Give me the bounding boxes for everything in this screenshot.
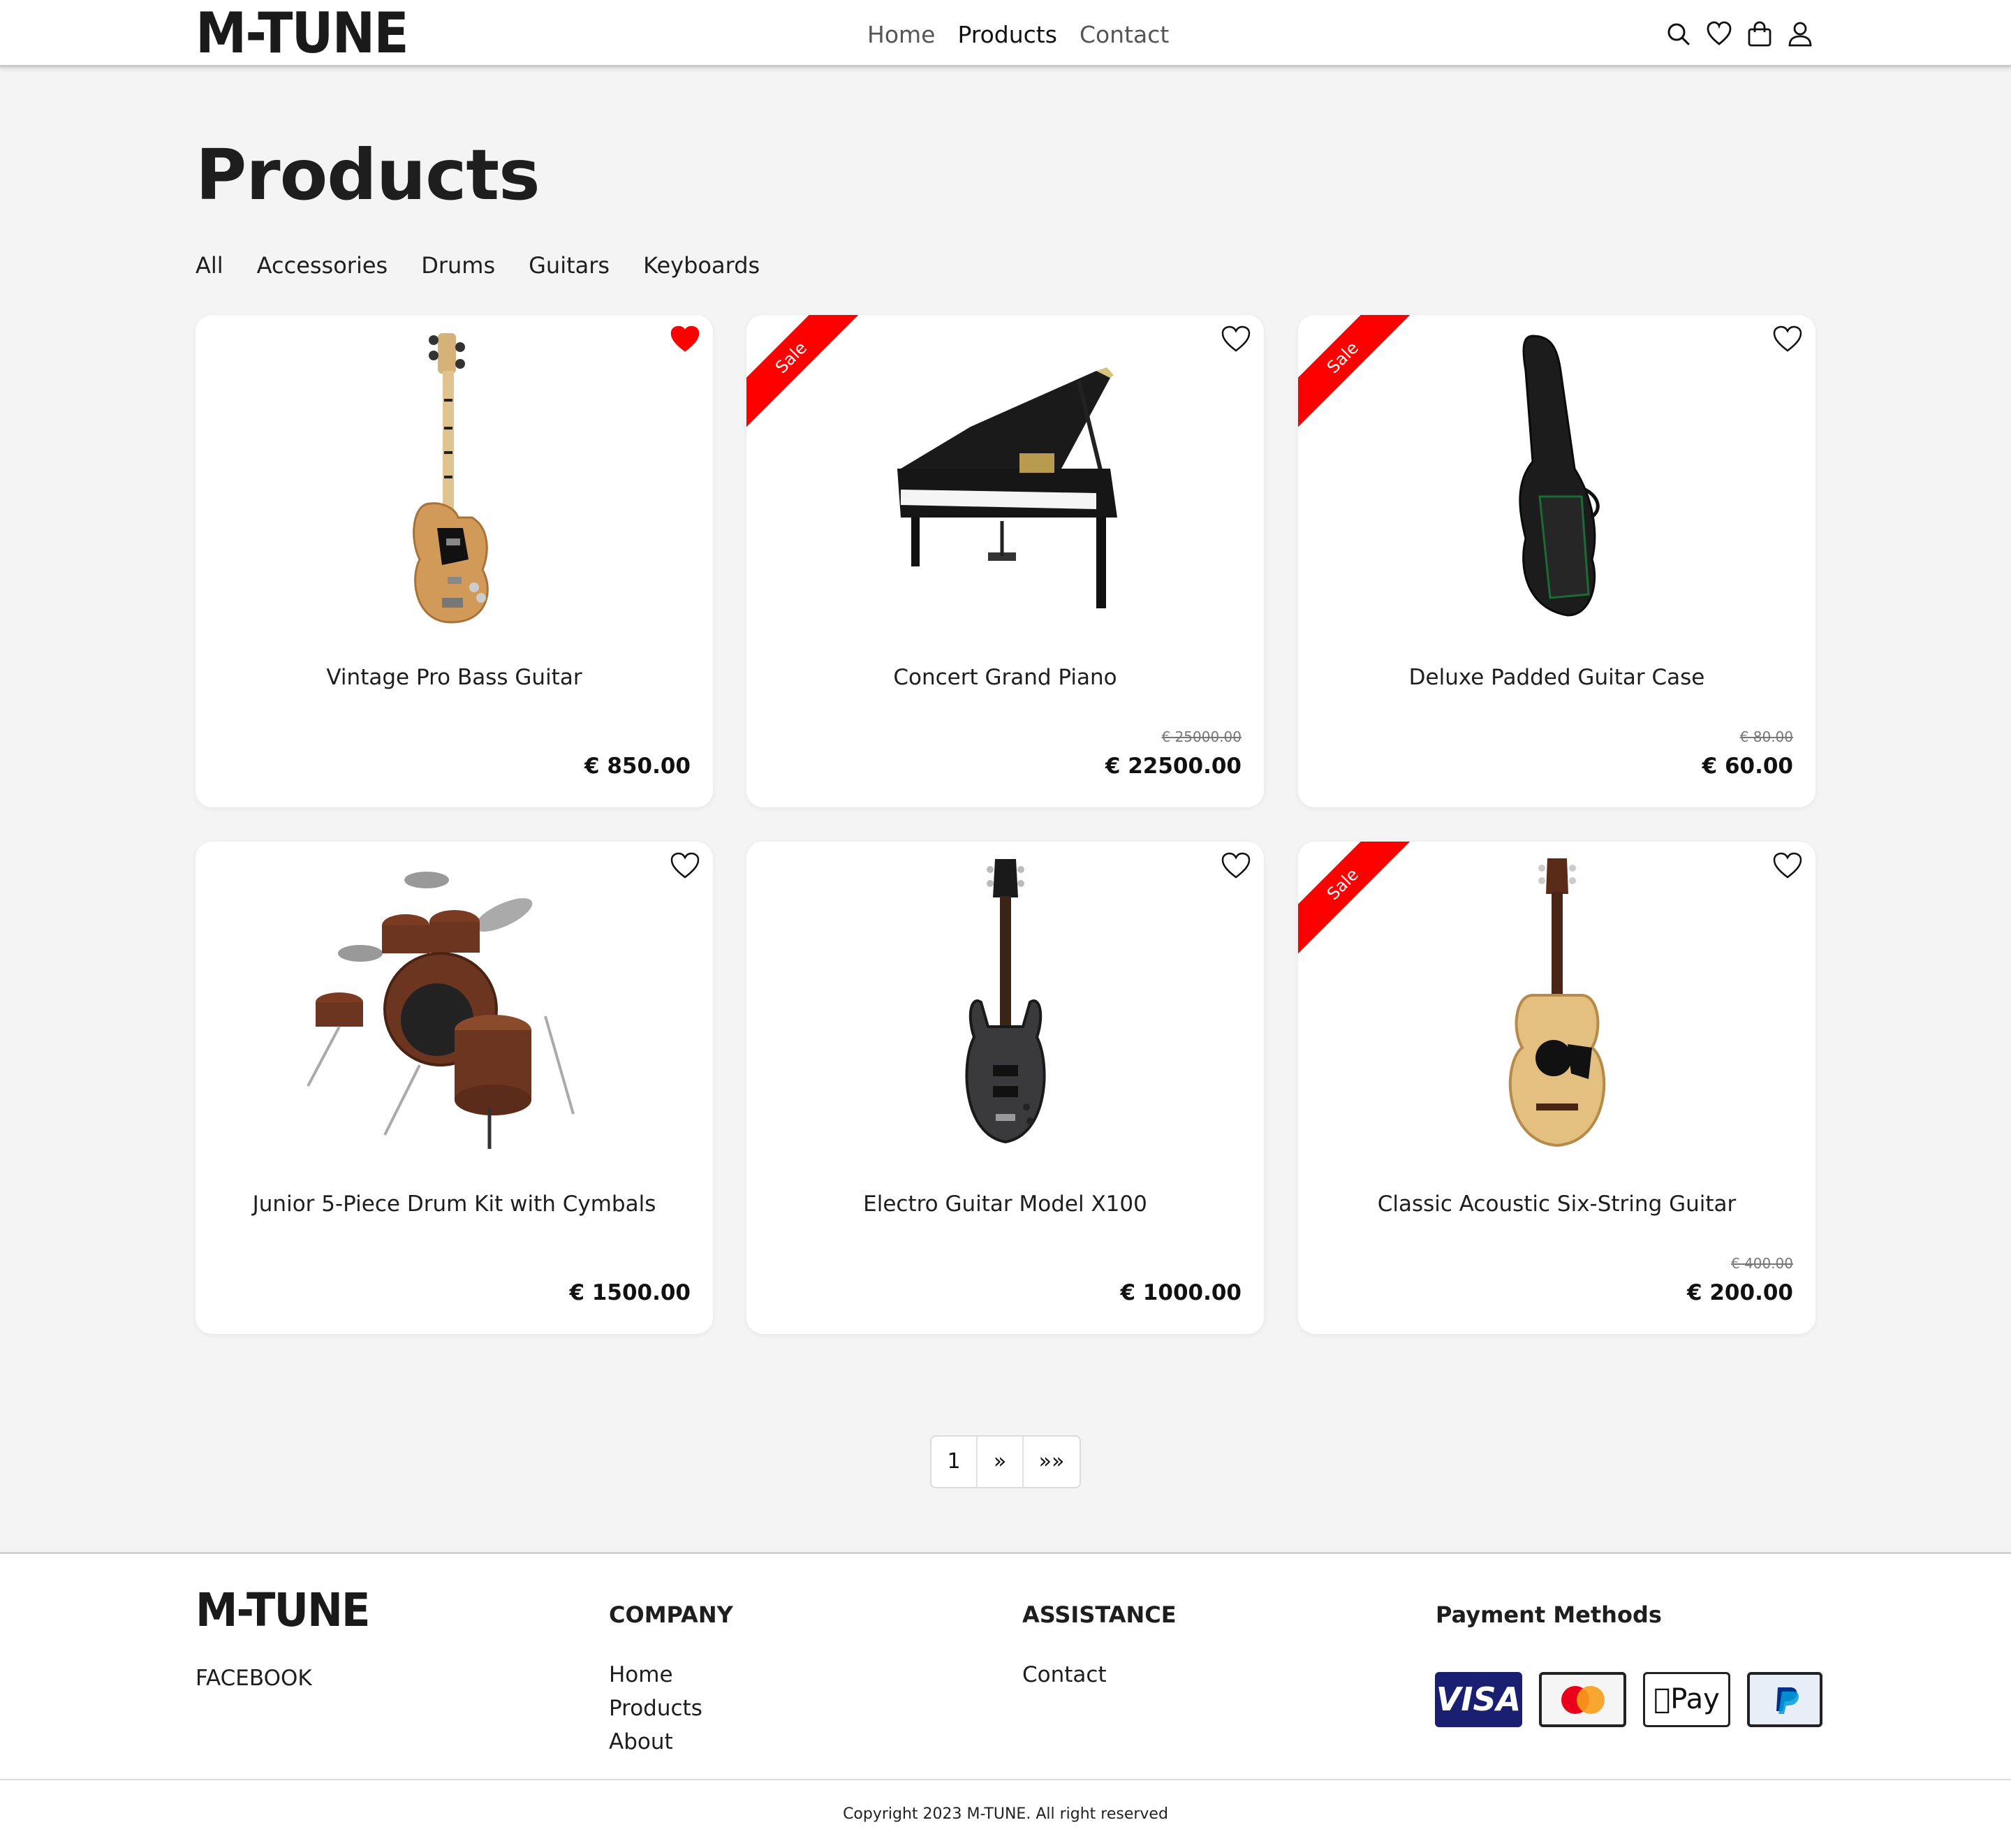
wishlist-heart-icon[interactable] [1707,21,1732,47]
paypal-icon [1747,1672,1822,1727]
category-filters: All Accessories Drums Guitars Keyboards [196,250,760,281]
footer-divider [0,1779,2011,1780]
product-price: € 60.00 [1702,754,1793,779]
footer-logo[interactable]: M-TUNE [196,1587,371,1634]
nav-contact[interactable]: Contact [1080,20,1169,50]
facebook-link[interactable]: FACEBOOK [196,1666,312,1691]
visa-logo: VISA [1435,1672,1522,1727]
next-page-button[interactable]: » [978,1437,1024,1487]
product-name[interactable]: Electro Guitar Model X100 [746,1189,1264,1219]
product-name[interactable]: Classic Acoustic Six-String Guitar [1298,1189,1815,1219]
assistance-heading: ASSISTANCE [1022,1601,1177,1628]
product-name[interactable]: Deluxe Padded Guitar Case [1298,662,1815,693]
original-price: € 25000.00 [1161,728,1242,745]
product-price: € 850.00 [584,754,691,779]
footer-link-contact[interactable]: Contact [1022,1659,1107,1691]
product-price: € 22500.00 [1105,754,1242,779]
page-title: Products [196,134,540,216]
filter-drums[interactable]: Drums [421,250,495,281]
product-name[interactable]: Junior 5-Piece Drum Kit with Cymbals [196,1189,713,1219]
filter-guitars[interactable]: Guitars [529,250,610,281]
footer-link-about[interactable]: About [609,1726,702,1758]
mastercard-icon [1539,1672,1626,1727]
filter-all[interactable]: All [196,250,223,281]
product-card[interactable]: Junior 5-Piece Drum Kit with Cymbals € 1… [196,842,713,1334]
acoustic-guitar-image [1508,858,1605,1147]
product-image[interactable] [196,856,713,1156]
footer-link-products[interactable]: Products [609,1692,702,1724]
product-price: € 1500.00 [569,1280,691,1305]
user-account-icon[interactable] [1788,21,1813,47]
product-card[interactable]: Sale Deluxe Padded Guitar Case € 80.00 €… [1298,315,1815,807]
product-image[interactable] [1298,329,1815,629]
original-price: € 80.00 [1739,728,1793,745]
top-navbar: M-TUNE Home Products Contact [0,0,2011,67]
shopping-bag-icon[interactable] [1747,21,1772,47]
company-links: Home Products About [609,1659,702,1758]
product-price: € 200.00 [1687,1280,1793,1305]
product-card[interactable]: Electro Guitar Model X100 € 1000.00 [746,842,1264,1334]
main-nav: Home Products Contact [867,20,1169,50]
company-heading: COMPANY [609,1601,733,1628]
nav-products[interactable]: Products [957,20,1057,50]
copyright-text: Copyright 2023 M-TUNE. All right reserve… [843,1805,1168,1823]
nav-home[interactable]: Home [867,20,935,50]
assistance-links: Contact [1022,1659,1107,1691]
page-1-button[interactable]: 1 [931,1437,978,1487]
guitar-case-image [1518,335,1600,617]
product-price: € 1000.00 [1120,1280,1242,1305]
bass-guitar-image [412,333,489,624]
header-icons [1666,21,1813,47]
site-footer: M-TUNE FACEBOOK COMPANY Home Products Ab… [0,1552,2011,1848]
payment-methods: VISA Pay [1435,1672,1822,1727]
payment-heading: Payment Methods [1436,1601,1662,1628]
product-card[interactable]: Sale Concert Grand Piano € 25000.00 € 22… [746,315,1264,807]
drum-kit-image [306,872,575,1149]
product-card[interactable]: Vintage Pro Bass Guitar € 850.00 [196,315,713,807]
apple-pay-label: Pay [1662,1683,1720,1715]
product-image[interactable] [1298,856,1815,1156]
product-image[interactable] [746,329,1264,629]
search-icon[interactable] [1666,21,1691,47]
filter-keyboards[interactable]: Keyboards [643,250,760,281]
last-page-button[interactable]: »» [1024,1437,1080,1487]
footer-link-home[interactable]: Home [609,1659,702,1691]
electric-guitar-image [964,859,1046,1144]
pagination: 1 » »» [930,1435,1081,1488]
filter-accessories[interactable]: Accessories [257,250,388,281]
grand-piano-image [897,367,1117,608]
apple-pay-logo: Pay [1643,1672,1730,1727]
product-card[interactable]: Sale Classic Acoustic Six-String Guitar … [1298,842,1815,1334]
product-name[interactable]: Vintage Pro Bass Guitar [196,662,713,693]
apple-icon:  [1653,1683,1670,1715]
original-price: € 400.00 [1730,1255,1793,1272]
product-image[interactable] [746,856,1264,1156]
product-name[interactable]: Concert Grand Piano [746,662,1264,693]
product-image[interactable] [196,329,713,629]
brand-logo[interactable]: M-TUNE [196,6,409,61]
